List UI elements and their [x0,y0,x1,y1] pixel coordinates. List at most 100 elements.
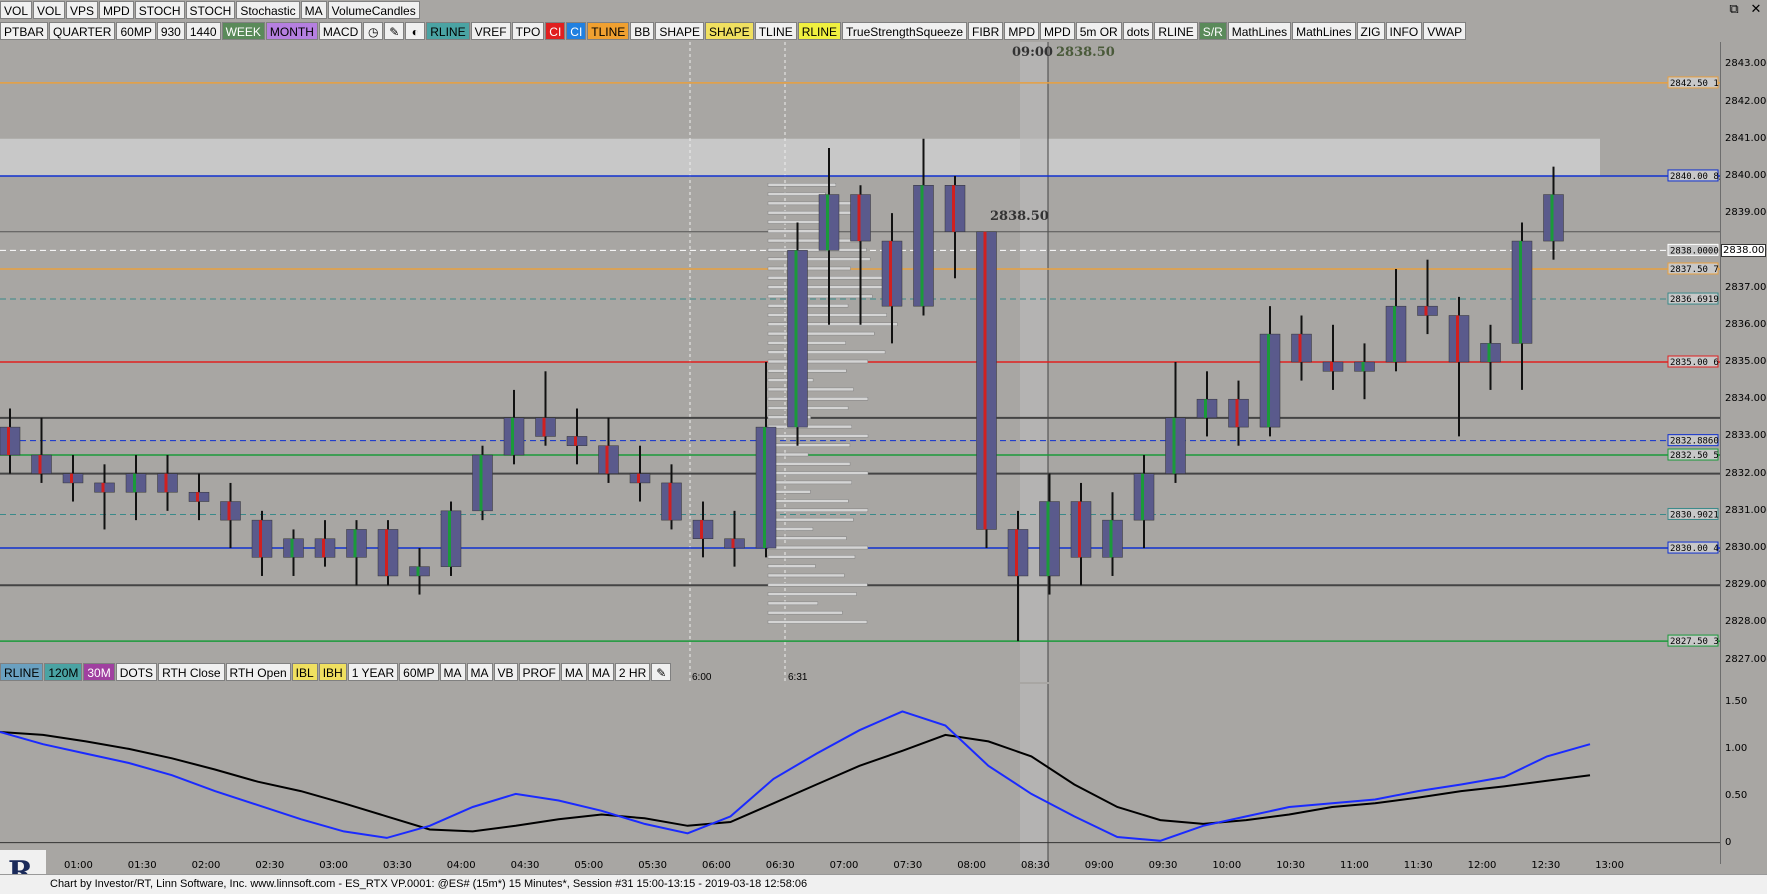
overlay-1-year-button[interactable]: 1 YEAR [347,663,399,681]
volume-profile-bar [767,359,868,364]
study-1440-button[interactable]: 1440 [185,22,221,40]
study-tline-button[interactable]: TLINE [587,22,630,40]
candle-marker [857,194,861,242]
study-shape-button[interactable]: SHAPE [655,22,704,40]
top-stochastic-button[interactable]: Stochastic [236,1,300,19]
candle-marker [227,501,231,521]
candle-marker [101,482,105,493]
price-tick: 2843.00- [1725,58,1767,70]
study-zig-button[interactable]: ZIG [1356,22,1385,40]
overlay-rline-button[interactable]: RLINE [0,663,44,681]
study-rline-button[interactable]: RLINE [797,22,842,40]
study-ci-button[interactable]: CI [545,22,566,40]
study-mpd-button[interactable]: MPD [1040,22,1075,40]
study-info-button[interactable]: INFO [1385,22,1423,40]
time-tick: 09:30 [1148,860,1178,871]
study-dots-button[interactable]: dots [1122,22,1154,40]
study-month-button[interactable]: MONTH [265,22,318,40]
study-shape-button[interactable]: SHAPE [705,22,754,40]
overlay-30m-button[interactable]: 30M [83,663,115,681]
price-tick: 2842.00- [1725,95,1767,107]
overlay-prof-button[interactable]: PROF [518,663,560,681]
study-week-button[interactable]: WEEK [221,22,265,40]
top-volumecandles-button[interactable]: VolumeCandles [327,1,420,19]
candle-marker [763,427,766,549]
study-macd-button[interactable]: MACD [318,22,363,40]
volume-profile-bar [767,192,826,196]
time-axis[interactable]: 01:00 01:30 02:00 02:30 03:00 03:30 04:00 04:30… [0,858,1720,874]
overlay-ibl-button[interactable]: IBL [291,663,318,681]
status-text: Chart by Investor/RT, Linn Software, Inc… [50,878,808,890]
price-tick: 2834.00- [1725,393,1767,405]
top-vol-button[interactable]: VOL [33,1,66,19]
volume-profile-bar [767,387,854,392]
window-controls: ⧉ ✕ [1723,0,1767,18]
candle-marker [1361,362,1365,372]
study-mpd-button[interactable]: MPD [1004,22,1040,40]
time-tick: 12:00 [1467,860,1497,871]
study-ci-button[interactable]: CI [566,22,587,40]
time-tick: 01:00 [64,860,93,871]
study-tpo-button[interactable]: TPO [511,22,545,40]
study-ptbar-button[interactable]: PTBAR [0,22,49,40]
study-mathlines-button[interactable]: MathLines [1227,22,1292,40]
study-930-button[interactable]: 930 [156,22,185,40]
pencil-icon[interactable]: ✎ [651,663,672,681]
level-tag-text: 2832.8860 [1670,437,1719,447]
oscillator-tick: 0.50 [1725,789,1748,801]
overlay-2-hr-button[interactable]: 2 HR [614,663,651,681]
study-rline-button[interactable]: RLINE [1154,22,1198,40]
clock-icon[interactable]: ◷ [363,22,384,40]
volume-profile-bar [767,406,849,410]
time-tick: 07:30 [893,860,923,871]
price-tick: 2840.00- [1725,169,1767,181]
settings-icon[interactable]: ◐ [405,22,426,40]
overlay-rth-close-button[interactable]: RTH Close [158,663,225,681]
study-60mp-button[interactable]: 60MP [116,22,156,40]
close-icon[interactable]: ✕ [1745,0,1767,18]
candle-marker [605,445,609,474]
top-stoch-button[interactable]: STOCH [185,1,236,19]
price-chart[interactable]: 2842.50 1 2840.00 8/8 2838.0000 2837.50 7 28… [0,42,1720,682]
restore-icon[interactable]: ⧉ [1723,0,1745,18]
overlay-rth-open-button[interactable]: RTH Open [225,663,291,681]
study-vref-button[interactable]: VREF [470,22,511,40]
volume-profile-bar [767,424,852,429]
overlay-ma-button[interactable]: MA [439,663,466,681]
crosshair-price: 2838.50 [1056,45,1115,60]
study-5m-or-button[interactable]: 5m OR [1075,22,1122,40]
oscillator-tick: 0 [1725,836,1732,848]
candle-marker [731,538,735,549]
overlay-dots-button[interactable]: DOTS [115,663,158,681]
top-stoch-button[interactable]: STOCH [134,1,185,19]
candle-marker [983,231,987,530]
price-axis[interactable]: 2827.00- 2828.00- 2829.00- 2830.00- 2831.00-… [1720,42,1767,864]
overlay-ma-button[interactable]: MA [587,663,614,681]
study-fibr-button[interactable]: FIBR [968,22,1004,40]
overlay-ibh-button[interactable]: IBH [318,663,347,681]
top-vps-button[interactable]: VPS [66,1,99,19]
overlay-vb-button[interactable]: VB [493,663,518,681]
overlay-120m-button[interactable]: 120M [44,663,83,681]
study-rline-button[interactable]: RLINE [426,22,470,40]
study-mathlines-button[interactable]: MathLines [1292,22,1356,40]
study-s-r-button[interactable]: S/R [1198,22,1227,40]
top-vol-button[interactable]: VOL [0,1,33,19]
candle-marker [1267,334,1270,428]
study-bb-button[interactable]: BB [630,22,655,40]
oscillator-chart[interactable] [0,684,1720,864]
pencil-icon[interactable]: ✎ [384,22,405,40]
top-mpd-button[interactable]: MPD [99,1,134,19]
candle-marker [1204,399,1207,418]
study-tline-button[interactable]: TLINE [754,22,797,40]
overlay-60mp-button[interactable]: 60MP [399,663,439,681]
overlay-ma-button[interactable]: MA [466,663,493,681]
top-ma-button[interactable]: MA [300,1,327,19]
overlay-ma-button[interactable]: MA [560,663,587,681]
study-truestrengthsqueeze-button[interactable]: TrueStrengthSqueeze [842,22,968,40]
candle-marker [1550,194,1554,242]
candle-marker [259,520,262,558]
study-quarter-button[interactable]: QUARTER [49,22,116,40]
price-tick: 2828.00- [1725,616,1767,628]
study-vwap-button[interactable]: VWAP [1423,22,1467,40]
